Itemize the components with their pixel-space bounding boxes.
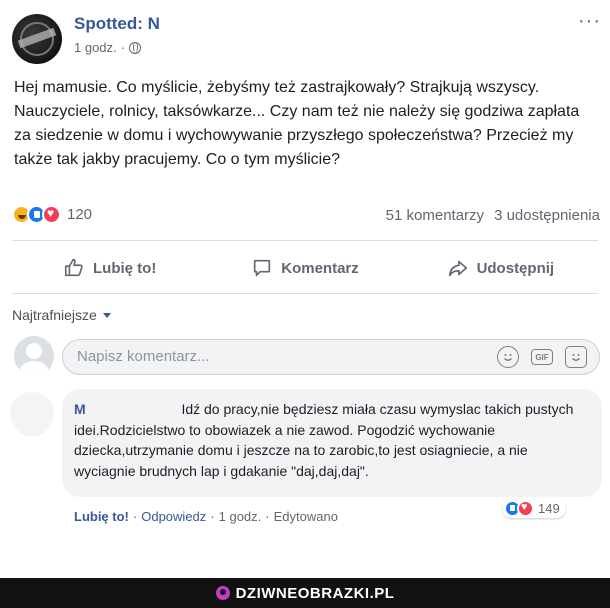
comment-button[interactable]: Komentarz xyxy=(207,246,402,290)
comment-time[interactable]: 1 godz. xyxy=(219,509,262,524)
post-time[interactable]: 1 godz. xyxy=(74,40,117,55)
dot-separator: · xyxy=(265,509,270,524)
comment-actions: Lubię to! · Odpowiedz · 1 godz. · Edytow… xyxy=(74,509,338,524)
comment-button-label: Komentarz xyxy=(281,259,359,277)
dot-separator: · xyxy=(132,509,138,524)
comment-edited-label[interactable]: Edytowano xyxy=(274,509,338,524)
comment-reactions[interactable]: 149 xyxy=(502,499,566,518)
comment-reply-link[interactable]: Odpowiedz xyxy=(141,509,206,524)
gif-icon[interactable]: GIF xyxy=(531,349,553,365)
like-button[interactable]: Lubię to! xyxy=(12,246,207,290)
comment-sort-dropdown[interactable]: Najtrafniejsze xyxy=(12,307,111,323)
page-avatar[interactable] xyxy=(12,14,62,64)
like-button-label: Lubię to! xyxy=(93,259,157,277)
facebook-post: Spotted: N 1 godz. · ··· Hej mamusie. Co… xyxy=(0,0,610,578)
comment-input-placeholder: Napisz komentarz... xyxy=(77,348,210,365)
caret-down-icon xyxy=(102,312,111,318)
globe-icon xyxy=(129,41,141,54)
post-actions-bar: Lubię to! Komentarz Udostępnij xyxy=(12,246,598,290)
comment-like-link[interactable]: Lubię to! xyxy=(74,509,129,524)
commenter-name[interactable]: M xyxy=(74,401,86,417)
page-name-link[interactable]: Spotted: N xyxy=(74,14,160,34)
comment-text: Idź do pracy,nie będziesz miała czasu wy… xyxy=(74,401,574,479)
user-avatar xyxy=(14,336,54,376)
comment-bubble: M Idź do pracy,nie będziesz miała czasu … xyxy=(62,389,602,497)
dot-separator: · xyxy=(210,509,215,524)
reaction-count: 120 xyxy=(67,206,93,223)
sort-label: Najtrafniejsze xyxy=(12,307,97,323)
reactions-summary[interactable]: 120 xyxy=(12,205,92,224)
share-button-label: Udostępnij xyxy=(476,259,555,277)
watermark-bar: DZIWNEOBRAZKI.PL xyxy=(0,578,610,608)
post-stats: 51 komentarzy 3 udostępnienia xyxy=(386,207,600,224)
thumbs-up-icon xyxy=(64,258,83,277)
emoji-icon[interactable] xyxy=(497,346,519,368)
speech-bubble-icon xyxy=(254,259,271,277)
comments-count-link[interactable]: 51 komentarzy xyxy=(386,207,484,224)
comment-body: M Idź do pracy,nie będziesz miała czasu … xyxy=(74,399,574,481)
comment-input[interactable]: Napisz komentarz... GIF xyxy=(62,339,600,375)
meta-separator: · xyxy=(120,40,125,55)
brand-text: DZIWNEOBRAZKI.PL xyxy=(235,584,395,602)
shares-count-link[interactable]: 3 udostępnienia xyxy=(494,207,600,224)
share-arrow-icon xyxy=(448,260,467,277)
watermark-logo: DZIWNEOBRAZKI.PL xyxy=(215,584,395,602)
brand-icon xyxy=(215,586,230,600)
divider xyxy=(12,293,598,294)
post-meta: 1 godz. · xyxy=(74,40,141,55)
post-text: Hej mamusie. Co myślicie, żebyśmy też za… xyxy=(14,79,580,168)
divider xyxy=(12,240,598,241)
more-options-icon[interactable]: ··· xyxy=(578,10,601,33)
love-icon xyxy=(517,500,534,517)
commenter-avatar[interactable] xyxy=(10,392,54,436)
comment-reaction-count: 149 xyxy=(538,501,560,516)
share-button[interactable]: Udostępnij xyxy=(403,246,598,290)
comment-input-tools: GIF xyxy=(497,346,587,368)
sticker-icon[interactable] xyxy=(565,346,587,368)
love-icon xyxy=(42,205,61,224)
